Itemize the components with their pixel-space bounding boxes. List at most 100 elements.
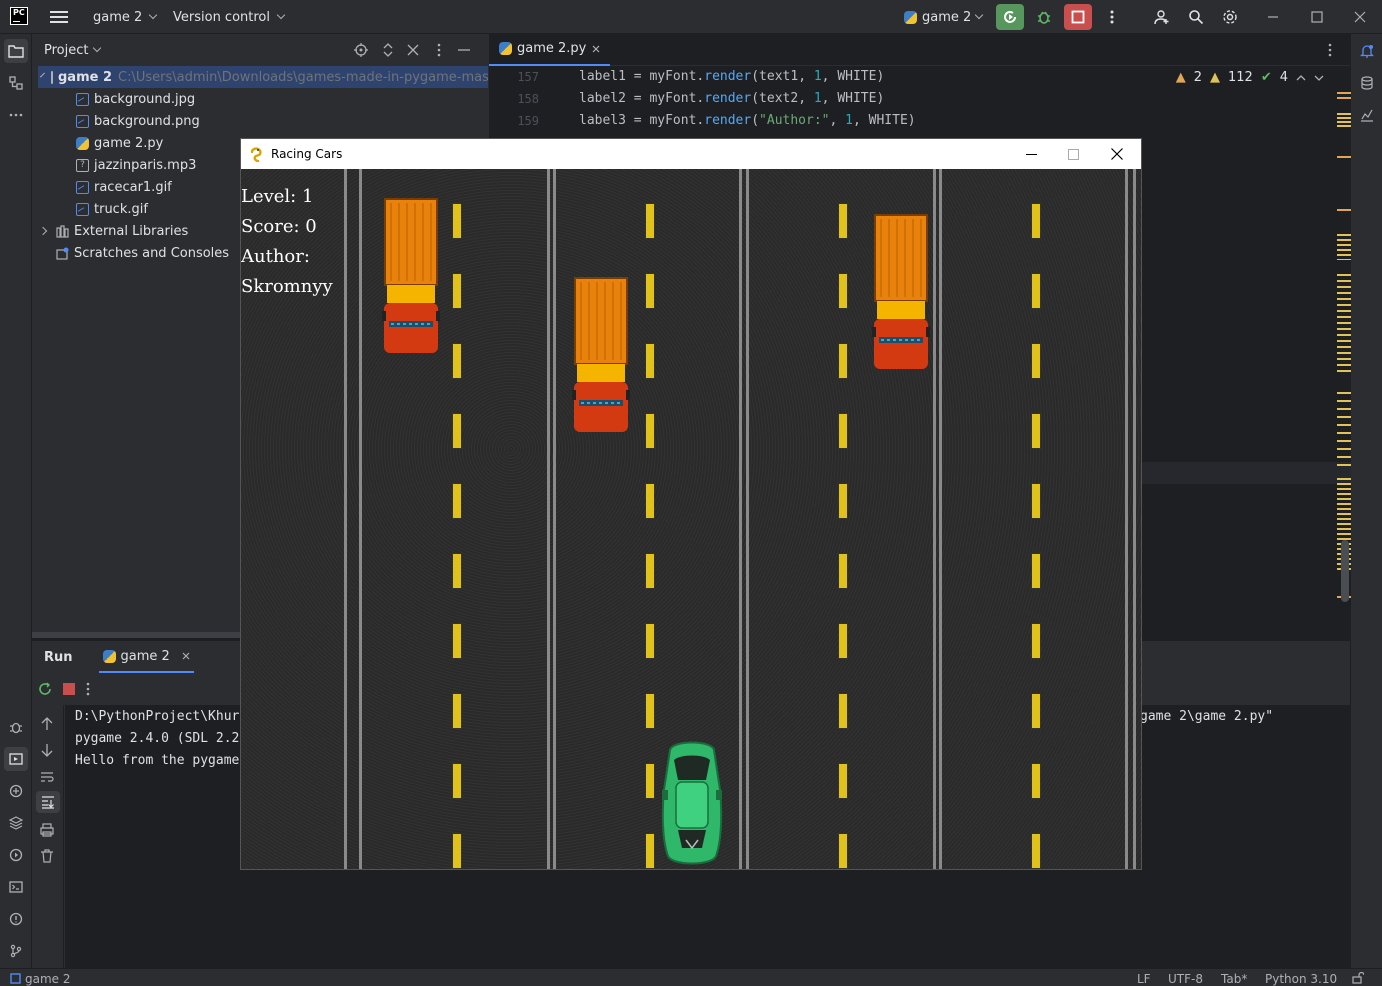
arrow-up-icon[interactable] [41,717,53,731]
tree-file-row[interactable]: truck.gif [76,198,148,220]
python-icon [102,649,116,663]
expand-collapse-icon[interactable] [382,43,394,57]
lane-dash [645,553,655,589]
rerun-button[interactable] [996,4,1024,30]
print-icon[interactable] [40,823,54,837]
more-actions-button[interactable] [1098,4,1126,30]
chevron-down-icon[interactable] [93,43,102,53]
tree-scratches[interactable]: Scratches and Consoles [56,242,229,264]
tree-root-row[interactable]: game 2 C:\Users\admin\Downloads\games-ma… [38,66,489,88]
pygame-titlebar[interactable]: Racing Cars [241,139,1141,169]
close-tab-icon[interactable] [182,652,190,660]
vcs-menu[interactable]: Version control [173,0,286,34]
chevron-right-icon[interactable] [38,226,48,236]
chevron-down-icon[interactable] [40,72,45,78]
arrow-down-icon[interactable] [41,743,53,757]
code-line[interactable]: label3 = myFont.render("Author:", 1, WHI… [579,113,916,128]
horizontal-scrollbar[interactable] [32,632,240,638]
run-config-label: game 2 [922,9,972,25]
pygame-minimize-button[interactable] [1011,139,1051,169]
scroll-mark [1337,234,1351,260]
pygame-maximize-button[interactable] [1053,139,1093,169]
layers-tool-button[interactable] [4,811,28,835]
run-tab[interactable]: game 2 [98,641,194,673]
pygame-close-button[interactable] [1097,139,1137,169]
console-line: pygame 2.4.0 (SDL 2.2 [75,731,240,746]
lane-edge-line [344,169,347,869]
maximize-button[interactable] [1295,0,1339,34]
python-packages-icon [9,784,23,798]
debug-tool-button[interactable] [4,715,28,739]
code-line[interactable]: label2 = myFont.render(text2, 1, WHITE) [579,91,884,106]
trash-icon[interactable] [40,849,54,863]
rerun-icon[interactable] [38,682,52,696]
status-line-separator[interactable]: LF [1137,972,1151,986]
minimize-button[interactable] [1251,0,1295,34]
status-encoding[interactable]: UTF-8 [1168,972,1203,986]
status-interpreter[interactable]: Python 3.10 [1265,972,1337,986]
project-panel-title[interactable]: Project [44,43,88,58]
locate-icon[interactable] [354,43,368,57]
debug-button[interactable] [1030,4,1058,30]
tree-file-row[interactable]: background.png [76,110,200,132]
editor-tab[interactable]: game 2.py [489,34,611,66]
hide-icon[interactable] [458,49,470,51]
stop-button[interactable] [1064,4,1092,30]
tree-file-row[interactable]: game 2.py [76,132,163,154]
lane-dash [838,273,848,309]
editor-scrollbar-thumb[interactable] [1341,540,1349,602]
python-file-icon [76,136,89,150]
search-button[interactable] [1182,4,1210,30]
chevron-down-icon[interactable] [1314,74,1324,82]
tree-file-row[interactable]: background.jpg [76,88,195,110]
git-tool-button[interactable] [4,939,28,963]
soft-wrap-icon[interactable] [40,771,54,783]
database-tool-button[interactable] [1355,71,1379,95]
lane-dash [1031,273,1041,309]
settings-button[interactable] [1216,4,1244,30]
lane-dash [645,833,655,869]
lock-open-icon[interactable] [1352,972,1364,984]
sciview-tool-button[interactable] [1355,103,1379,127]
lane-dash [645,413,655,449]
more-vertical-icon[interactable] [437,43,441,57]
lane-dash [838,693,848,729]
right-toolbar [1350,34,1382,968]
close-window-button[interactable] [1338,0,1382,34]
editor-tabs: game 2.py [489,34,1350,66]
add-user-button[interactable] [1148,4,1176,30]
structure-icon [9,76,23,90]
tree-file-row[interactable]: ? jazzinparis.mp3 [76,154,196,176]
tree-file-row[interactable]: racecar1.gif [76,176,172,198]
game-canvas[interactable]: Level: 1 Score: 0 Author: Skromnyy [241,169,1141,869]
terminal-tool-button[interactable] [4,875,28,899]
project-tool-button[interactable] [4,39,28,63]
more-vertical-icon[interactable] [86,682,90,696]
lane-dash [452,203,462,239]
close-tab-icon[interactable] [592,45,600,53]
chevron-up-icon[interactable] [1296,74,1306,82]
minimize-icon [1025,153,1037,155]
run-config-selector[interactable]: game 2 [904,0,984,34]
python-packages-button[interactable] [4,779,28,803]
notifications-button[interactable] [1355,39,1379,63]
code-line[interactable]: label1 = myFont.render(text1, 1, WHITE) [579,69,884,84]
main-menu-button[interactable] [50,0,68,34]
close-icon[interactable] [407,44,419,56]
tree-external-libraries[interactable]: External Libraries [38,220,188,242]
code-var: label2 [579,91,626,106]
run-tool-button[interactable] [4,747,28,771]
inspection-widget[interactable]: ▲ 2 ▲ 112 ✔ 4 [1176,70,1324,85]
lane-dash [645,203,655,239]
services-tool-button[interactable] [4,843,28,867]
problems-tool-button[interactable] [4,907,28,931]
status-indent[interactable]: Tab* [1221,972,1247,986]
stop-icon[interactable] [62,682,76,696]
structure-tool-button[interactable] [4,71,28,95]
more-vertical-icon[interactable] [1328,43,1332,57]
status-project[interactable]: game 2 [25,972,71,986]
more-tools-button[interactable] [4,103,28,127]
scroll-to-end-button[interactable] [36,791,60,813]
project-switcher[interactable]: game 2 [93,0,158,34]
pygame-window[interactable]: Racing Cars Level: 1 Score: 0 Author: Sk… [241,139,1141,869]
